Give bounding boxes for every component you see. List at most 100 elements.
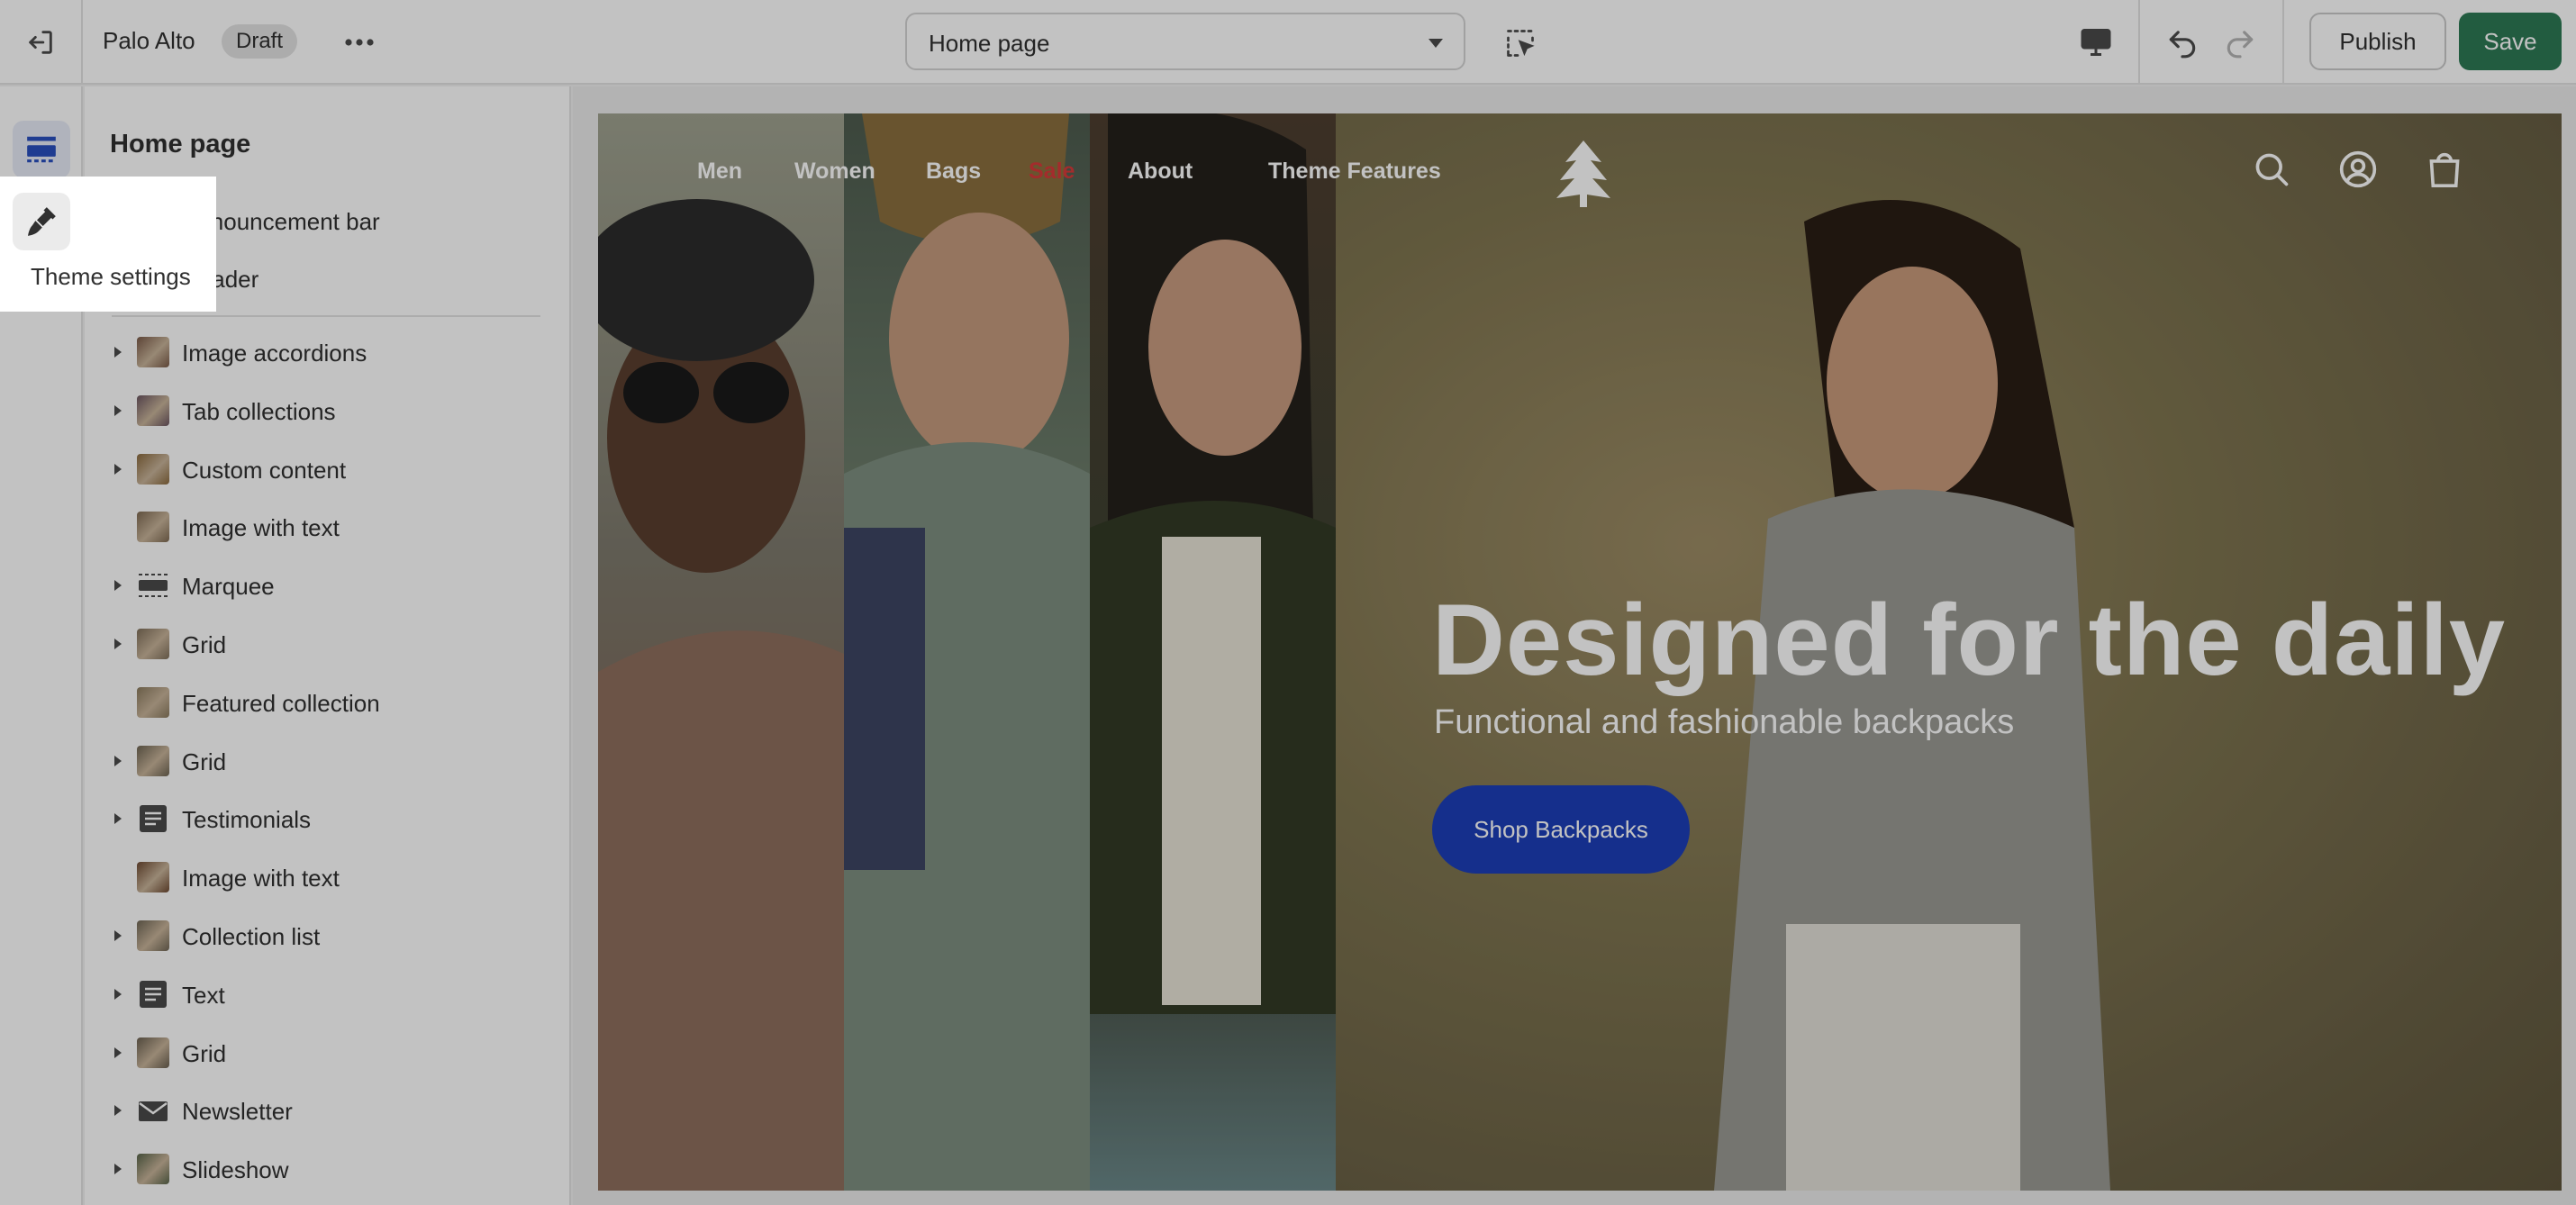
image-thumbnail-icon bbox=[137, 337, 169, 367]
theme-settings-icon bbox=[28, 207, 56, 236]
section-item[interactable]: Grid bbox=[85, 1025, 569, 1079]
section-label: Tab collections bbox=[182, 397, 336, 425]
theme-settings-button[interactable] bbox=[13, 193, 70, 250]
section-item[interactable]: Featured collection bbox=[85, 675, 569, 729]
section-label: Image with text bbox=[182, 514, 340, 542]
hero-subheading: Functional and fashionable backpacks bbox=[1434, 703, 2015, 741]
account-icon[interactable] bbox=[2335, 146, 2381, 193]
cart-icon[interactable] bbox=[2421, 146, 2468, 193]
inspector-icon bbox=[1507, 30, 1535, 57]
more-actions-button[interactable] bbox=[337, 23, 382, 62]
image-thumbnail-icon bbox=[137, 453, 169, 485]
shop-backpacks-button[interactable]: Shop Backpacks bbox=[1432, 785, 1690, 874]
image-thumbnail-icon bbox=[137, 1037, 169, 1068]
chevron-right-icon[interactable] bbox=[113, 638, 122, 650]
chevron-right-icon[interactable] bbox=[113, 988, 122, 1001]
desktop-view-button[interactable] bbox=[2073, 20, 2118, 65]
hero-image-cyclist bbox=[598, 113, 844, 1191]
page-selector[interactable]: Home page bbox=[905, 13, 1465, 70]
nav-link-about[interactable]: About bbox=[1128, 159, 1193, 185]
section-item[interactable]: Newsletter bbox=[85, 1083, 569, 1137]
section-item[interactable]: Marquee bbox=[85, 557, 569, 612]
section-item[interactable]: Custom content bbox=[85, 441, 569, 495]
toolbar-divider bbox=[2138, 0, 2140, 85]
image-thumbnail-icon bbox=[137, 629, 169, 659]
chevron-right-icon[interactable] bbox=[113, 1046, 122, 1059]
redo-button[interactable] bbox=[2218, 20, 2263, 65]
marquee-icon bbox=[137, 570, 169, 601]
chevron-right-icon[interactable] bbox=[113, 404, 122, 417]
image-thumbnail-icon bbox=[137, 686, 169, 718]
section-item[interactable]: Tab collections bbox=[85, 383, 569, 437]
toolbar-divider bbox=[2282, 0, 2284, 85]
hero-image-man bbox=[844, 113, 1090, 1191]
section-label: Slideshow bbox=[182, 1156, 289, 1184]
chevron-right-icon[interactable] bbox=[113, 929, 122, 942]
chevron-right-icon[interactable] bbox=[113, 812, 122, 825]
chevron-down-icon bbox=[1429, 39, 1443, 48]
store-name: Palo Alto bbox=[103, 27, 195, 54]
section-label: Grid bbox=[182, 631, 227, 658]
section-label: Custom content bbox=[182, 456, 347, 484]
nav-link-men[interactable]: Men bbox=[697, 159, 742, 185]
section-item[interactable]: Image with text bbox=[85, 849, 569, 903]
redo-icon bbox=[2227, 31, 2254, 59]
tooltip: Theme settings bbox=[31, 263, 191, 290]
section-label: Featured collection bbox=[182, 689, 380, 717]
text-block-icon bbox=[137, 979, 169, 1010]
nav-link-sale[interactable]: Sale bbox=[1029, 159, 1075, 185]
section-item[interactable]: Testimonials bbox=[85, 791, 569, 845]
chevron-right-icon[interactable] bbox=[113, 579, 122, 592]
undo-button[interactable] bbox=[2160, 20, 2205, 65]
image-thumbnail-icon bbox=[137, 745, 169, 776]
section-item[interactable]: Text bbox=[85, 966, 569, 1020]
section-item[interactable]: Grid bbox=[85, 616, 569, 670]
chevron-right-icon[interactable] bbox=[113, 1163, 122, 1175]
chevron-right-icon[interactable] bbox=[113, 463, 122, 476]
section-item[interactable]: Image with text bbox=[85, 499, 569, 553]
more-horizontal-icon bbox=[345, 39, 374, 46]
image-thumbnail-icon bbox=[137, 1154, 169, 1185]
panel-title: Home page bbox=[110, 130, 251, 159]
section-label: Collection list bbox=[182, 923, 321, 950]
section-label: Marquee bbox=[182, 573, 275, 601]
section-label: Grid bbox=[182, 1039, 227, 1067]
hero-image-woman bbox=[1090, 113, 1336, 1191]
top-bar: Palo Alto Draft Home page Publish Save bbox=[0, 0, 2576, 85]
sections-button[interactable] bbox=[13, 121, 70, 178]
envelope-icon bbox=[137, 1095, 169, 1126]
section-item[interactable]: Grid bbox=[85, 733, 569, 787]
section-label: Grid bbox=[182, 747, 227, 775]
text-block-icon bbox=[137, 803, 169, 834]
section-label: Image with text bbox=[182, 865, 340, 892]
sections-icon bbox=[27, 136, 56, 163]
status-badge: Draft bbox=[222, 24, 298, 59]
image-thumbnail-icon bbox=[137, 512, 169, 543]
save-button[interactable]: Save bbox=[2459, 13, 2562, 70]
undo-icon bbox=[2169, 31, 2196, 59]
exit-icon bbox=[29, 31, 52, 54]
hero-banner[interactable]: Men Women Bags Sale About Theme Features Desi… bbox=[598, 113, 2562, 1191]
group-divider bbox=[112, 315, 540, 317]
section-item[interactable]: Slideshow bbox=[85, 1141, 569, 1195]
page-selector-value: Home page bbox=[929, 30, 1050, 57]
nav-link-bags[interactable]: Bags bbox=[926, 159, 981, 185]
publish-button[interactable]: Publish bbox=[2309, 13, 2446, 70]
theme-settings-highlight: Theme settings bbox=[0, 177, 216, 312]
chevron-right-icon[interactable] bbox=[113, 1104, 122, 1117]
section-item[interactable]: Collection list bbox=[85, 908, 569, 962]
section-label: Image accordions bbox=[182, 340, 367, 367]
desktop-icon bbox=[2081, 29, 2111, 56]
section-label: Text bbox=[182, 981, 225, 1009]
chevron-right-icon[interactable] bbox=[113, 755, 122, 767]
image-thumbnail-icon bbox=[137, 394, 169, 426]
exit-button[interactable] bbox=[0, 0, 83, 85]
hero-heading: Designed for the daily bbox=[1432, 584, 2506, 696]
inspector-button[interactable] bbox=[1499, 22, 1542, 65]
chevron-right-icon[interactable] bbox=[113, 346, 122, 358]
search-icon[interactable] bbox=[2248, 146, 2295, 193]
section-item[interactable]: Image accordions bbox=[85, 324, 569, 378]
nav-link-women[interactable]: Women bbox=[794, 159, 875, 185]
nav-link-theme-features[interactable]: Theme Features bbox=[1268, 159, 1441, 185]
brand-logo-icon[interactable] bbox=[1553, 139, 1614, 207]
